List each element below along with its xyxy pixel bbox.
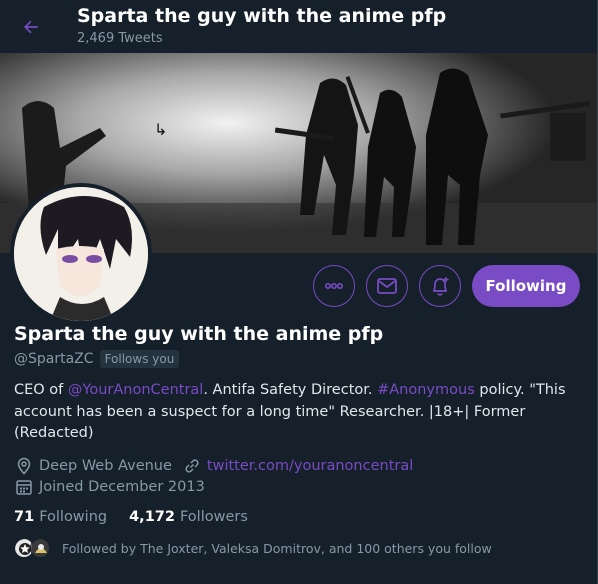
- link-icon: [182, 456, 202, 476]
- location-website-row: Deep Web Avenue twitter.com/youranoncent…: [14, 456, 413, 476]
- follows-you-badge: Follows you: [99, 350, 180, 368]
- back-arrow-icon: [24, 20, 38, 34]
- avatar-frame[interactable]: [10, 183, 152, 325]
- notifications-button[interactable]: [419, 265, 461, 307]
- bio-text: . Antifa Safety Director.: [203, 382, 378, 398]
- svg-text:↳: ↳: [154, 120, 167, 139]
- mail-icon: [377, 278, 397, 294]
- bio-hashtag-link[interactable]: #Anonymous: [377, 382, 475, 398]
- following-button[interactable]: Following: [472, 265, 580, 307]
- joined-row: Joined December 2013: [14, 477, 205, 497]
- top-bar: Sparta the guy with the anime pfp 2,469 …: [0, 0, 598, 53]
- followers-label: Followers: [179, 509, 248, 525]
- avatar-image: [14, 187, 148, 321]
- calendar-icon: [14, 477, 34, 497]
- follow-counts: 71 Following 4,172 Followers: [14, 509, 248, 525]
- followers-count: 4,172: [129, 509, 175, 525]
- handle-row: @SpartaZC Follows you: [14, 350, 180, 368]
- more-icon: [324, 283, 344, 290]
- following-count-link[interactable]: 71 Following: [14, 509, 107, 525]
- bio-mention-link[interactable]: @YourAnonCentral: [68, 382, 203, 398]
- header-title: Sparta the guy with the anime pfp: [77, 5, 447, 27]
- avatar: [14, 187, 148, 321]
- followers-count-link[interactable]: 4,172 Followers: [129, 509, 248, 525]
- follower-avatar: [30, 538, 50, 558]
- following-label: Following: [39, 509, 108, 525]
- bio-text: CEO of: [14, 382, 68, 398]
- tweet-count: 2,469 Tweets: [77, 31, 163, 46]
- following-count: 71: [14, 509, 35, 525]
- joined-text: Joined December 2013: [39, 479, 205, 495]
- location-text: Deep Web Avenue: [39, 458, 172, 474]
- back-button[interactable]: [14, 10, 48, 44]
- more-button[interactable]: [313, 265, 355, 307]
- display-name: Sparta the guy with the anime pfp: [14, 323, 384, 345]
- handle: @SpartaZC: [14, 351, 94, 367]
- bio: CEO of @YourAnonCentral. Antifa Safety D…: [14, 380, 584, 445]
- bell-plus-icon: [432, 277, 449, 296]
- location-icon: [14, 456, 34, 476]
- website-link[interactable]: twitter.com/youranoncentral: [207, 458, 413, 474]
- followed-by-text: Followed by The Joxter, Valeksa Domitrov…: [62, 540, 492, 556]
- followed-by-row[interactable]: Followed by The Joxter, Valeksa Domitrov…: [14, 538, 492, 558]
- message-button[interactable]: [366, 265, 408, 307]
